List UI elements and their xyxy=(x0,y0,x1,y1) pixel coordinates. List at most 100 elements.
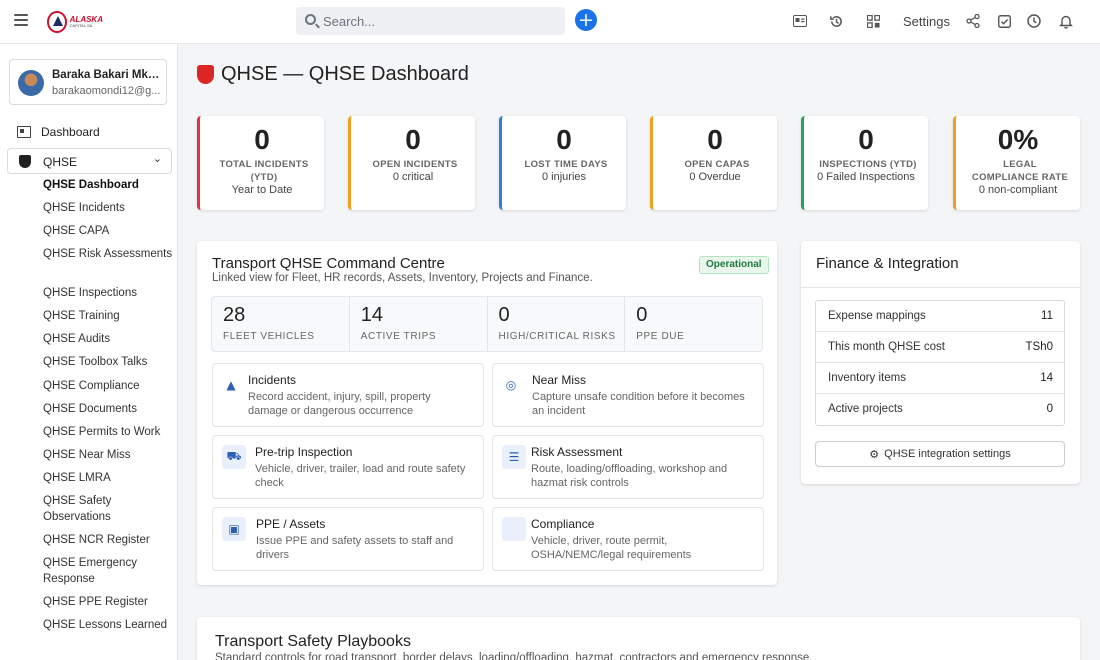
stat-value: 28 xyxy=(223,304,246,326)
tile-title: Incidents xyxy=(248,373,297,387)
sidebar-item-qhse-ppe-register[interactable]: QHSE PPE Register xyxy=(43,595,173,611)
table-row: Inventory items 14 xyxy=(816,363,1064,394)
stat-value: 0 xyxy=(636,304,648,326)
row-label: Inventory items xyxy=(828,372,906,384)
warning-icon: ▲ xyxy=(226,378,236,392)
tile-risk-assessment[interactable]: ☰ Risk Assessment Route, loading/offload… xyxy=(492,435,764,499)
truck-icon: ⛟ xyxy=(222,445,246,469)
page-header: QHSE — QHSE Dashboard xyxy=(197,61,469,87)
finance-table: Expense mappings 11 This month QHSE cost… xyxy=(815,300,1065,426)
kpi-card-open-capas: 0 OPEN CAPAS 0 Overdue xyxy=(650,116,777,210)
tile-title: Near Miss xyxy=(532,373,587,387)
kpi-label: INSPECTIONS (YTD) xyxy=(819,159,917,170)
sidebar-item-qhse-compliance[interactable]: QHSE Compliance xyxy=(43,379,173,395)
apps-icon[interactable] xyxy=(865,13,881,29)
row-value: 14 xyxy=(1040,372,1053,384)
briefcase-icon: ▣ xyxy=(222,517,246,541)
menu-icon[interactable] xyxy=(14,14,28,26)
kpi-label: TOTAL INCIDENTS (YTD) xyxy=(219,159,309,183)
clock-icon[interactable] xyxy=(1026,13,1042,29)
sidebar-item-qhse-lessons-learned[interactable]: QHSE Lessons Learned xyxy=(43,618,173,634)
kpi-value: 0 xyxy=(405,124,421,155)
search-input[interactable] xyxy=(323,7,559,35)
row-value: TSh0 xyxy=(1025,341,1054,353)
tile-description: Record accident, injury, spill, property… xyxy=(248,391,431,417)
stat-active-trips: 14 ACTIVE TRIPS xyxy=(350,297,488,351)
sidebar-item-qhse-training[interactable]: QHSE Training xyxy=(43,309,173,325)
check-square-icon[interactable] xyxy=(996,13,1012,29)
kpi-label: LOST TIME DAYS xyxy=(524,159,608,170)
sidebar-group-qhse[interactable]: QHSE ⌄ xyxy=(7,148,172,174)
button-label: QHSE integration settings xyxy=(884,448,1011,460)
sidebar-item-qhse-near-miss[interactable]: QHSE Near Miss xyxy=(43,448,173,464)
avatar xyxy=(18,70,44,96)
tile-compliance[interactable]: Compliance Vehicle, driver, route permit… xyxy=(492,507,764,571)
top-bar: ALASKA CAPITAL SA + Settings xyxy=(0,0,1100,44)
target-icon: ◎ xyxy=(505,378,517,392)
tile-near-miss[interactable]: ◎ Near Miss Capture unsafe condition bef… xyxy=(492,363,764,427)
kpi-card-total-incidents: 0 TOTAL INCIDENTS (YTD) Year to Date xyxy=(197,116,324,210)
kpi-card-lost-time-days: 0 LOST TIME DAYS 0 injuries xyxy=(499,116,626,210)
kpi-value: 0 xyxy=(707,124,723,155)
stat-high-critical-risks: 0 HIGH/CRITICAL RISKS xyxy=(488,297,626,351)
kpi-label: OPEN CAPAS xyxy=(684,159,750,170)
integration-settings-button[interactable]: ⚙ QHSE integration settings xyxy=(815,441,1065,467)
user-name: Baraka Bakari Mkan... xyxy=(52,69,162,81)
user-card[interactable]: Baraka Bakari Mkan... barakaomondi12@g..… xyxy=(9,59,167,105)
bell-icon[interactable] xyxy=(1058,13,1074,29)
tile-description: Capture unsafe condition before it becom… xyxy=(532,391,745,417)
kpi-subtext: Year to Date xyxy=(231,184,293,196)
stat-label: FLEET VEHICLES xyxy=(223,331,315,342)
logo-mark xyxy=(47,11,67,33)
company-logo[interactable]: ALASKA CAPITAL SA xyxy=(47,10,103,34)
tile-ppe-assets[interactable]: ▣ PPE / Assets Issue PPE and safety asse… xyxy=(212,507,484,571)
tile-title: Pre-trip Inspection xyxy=(255,445,353,459)
shield-icon xyxy=(197,64,214,84)
sidebar-item-qhse-incidents[interactable]: QHSE Incidents xyxy=(43,201,173,217)
user-email: barakaomondi12@g... xyxy=(52,85,161,97)
sidebar-item-qhse-inspections[interactable]: QHSE Inspections xyxy=(43,286,173,302)
sidebar-item-qhse-emergency-response[interactable]: QHSE Emergency Response xyxy=(43,556,173,587)
card-subtitle: Standard controls for road transport, bo… xyxy=(215,652,813,660)
settings-link[interactable]: Settings xyxy=(903,14,950,29)
dashboard-icon xyxy=(17,126,31,138)
sidebar-item-qhse-safety-observations[interactable]: QHSE Safety Observations xyxy=(43,494,173,525)
sidebar-item-qhse-audits[interactable]: QHSE Audits xyxy=(43,332,173,348)
kpi-value: 0 xyxy=(556,124,572,155)
tile-incidents[interactable]: ▲ Incidents Record accident, injury, spi… xyxy=(212,363,484,427)
history-icon[interactable] xyxy=(828,13,844,29)
add-new-button[interactable]: + xyxy=(575,9,597,31)
kpi-value: 0 xyxy=(254,124,270,155)
table-row: Expense mappings 11 xyxy=(816,301,1064,332)
chevron-down-icon: ⌄ xyxy=(152,152,162,165)
sidebar-item-qhse-risk-assessments[interactable]: QHSE Risk Assessments xyxy=(43,247,173,263)
logo-subtext: CAPITAL SA xyxy=(69,23,93,28)
tile-pre-trip-inspection[interactable]: ⛟ Pre-trip Inspection Vehicle, driver, t… xyxy=(212,435,484,499)
sidebar-item-qhse-toolbox-talks[interactable]: QHSE Toolbox Talks xyxy=(43,355,173,371)
search-box[interactable] xyxy=(296,7,565,35)
stat-label: HIGH/CRITICAL RISKS xyxy=(498,331,616,342)
shield-icon xyxy=(19,155,31,168)
kpi-subtext: 0 injuries xyxy=(541,171,587,183)
tile-description: Vehicle, driver, trailer, load and route… xyxy=(255,463,466,489)
kpi-subtext: 0 critical xyxy=(392,171,434,183)
kpi-card-open-incidents: 0 OPEN INCIDENTS 0 critical xyxy=(348,116,475,210)
stat-label: ACTIVE TRIPS xyxy=(360,331,437,342)
sidebar-item-qhse-documents[interactable]: QHSE Documents xyxy=(43,402,173,418)
table-row: Active projects 0 xyxy=(816,394,1064,425)
sidebar-item-qhse-ncr-register[interactable]: QHSE NCR Register xyxy=(43,533,173,549)
kpi-subtext: 0 Overdue xyxy=(689,171,741,183)
sidebar-item-dashboard[interactable]: Dashboard xyxy=(17,124,100,140)
card-title: Transport QHSE Command Centre xyxy=(212,255,445,272)
share-icon[interactable] xyxy=(965,13,981,29)
id-card-icon[interactable] xyxy=(792,13,808,29)
sidebar-item-qhse-capa[interactable]: QHSE CAPA xyxy=(43,224,173,240)
sidebar-item-qhse-dashboard[interactable]: QHSE Dashboard xyxy=(43,178,173,194)
stat-label: PPE DUE xyxy=(636,331,685,342)
tile-description: Route, loading/offloading, workshop and … xyxy=(531,463,728,489)
sidebar-item-qhse-permits-to-work[interactable]: QHSE Permits to Work xyxy=(43,425,173,441)
card-subtitle: Linked view for Fleet, HR records, Asset… xyxy=(212,272,593,284)
sidebar-item-qhse-lmra[interactable]: QHSE LMRA xyxy=(43,471,173,487)
row-label: Expense mappings xyxy=(828,310,926,322)
finance-integration-card: Finance & Integration Expense mappings 1… xyxy=(801,241,1080,484)
